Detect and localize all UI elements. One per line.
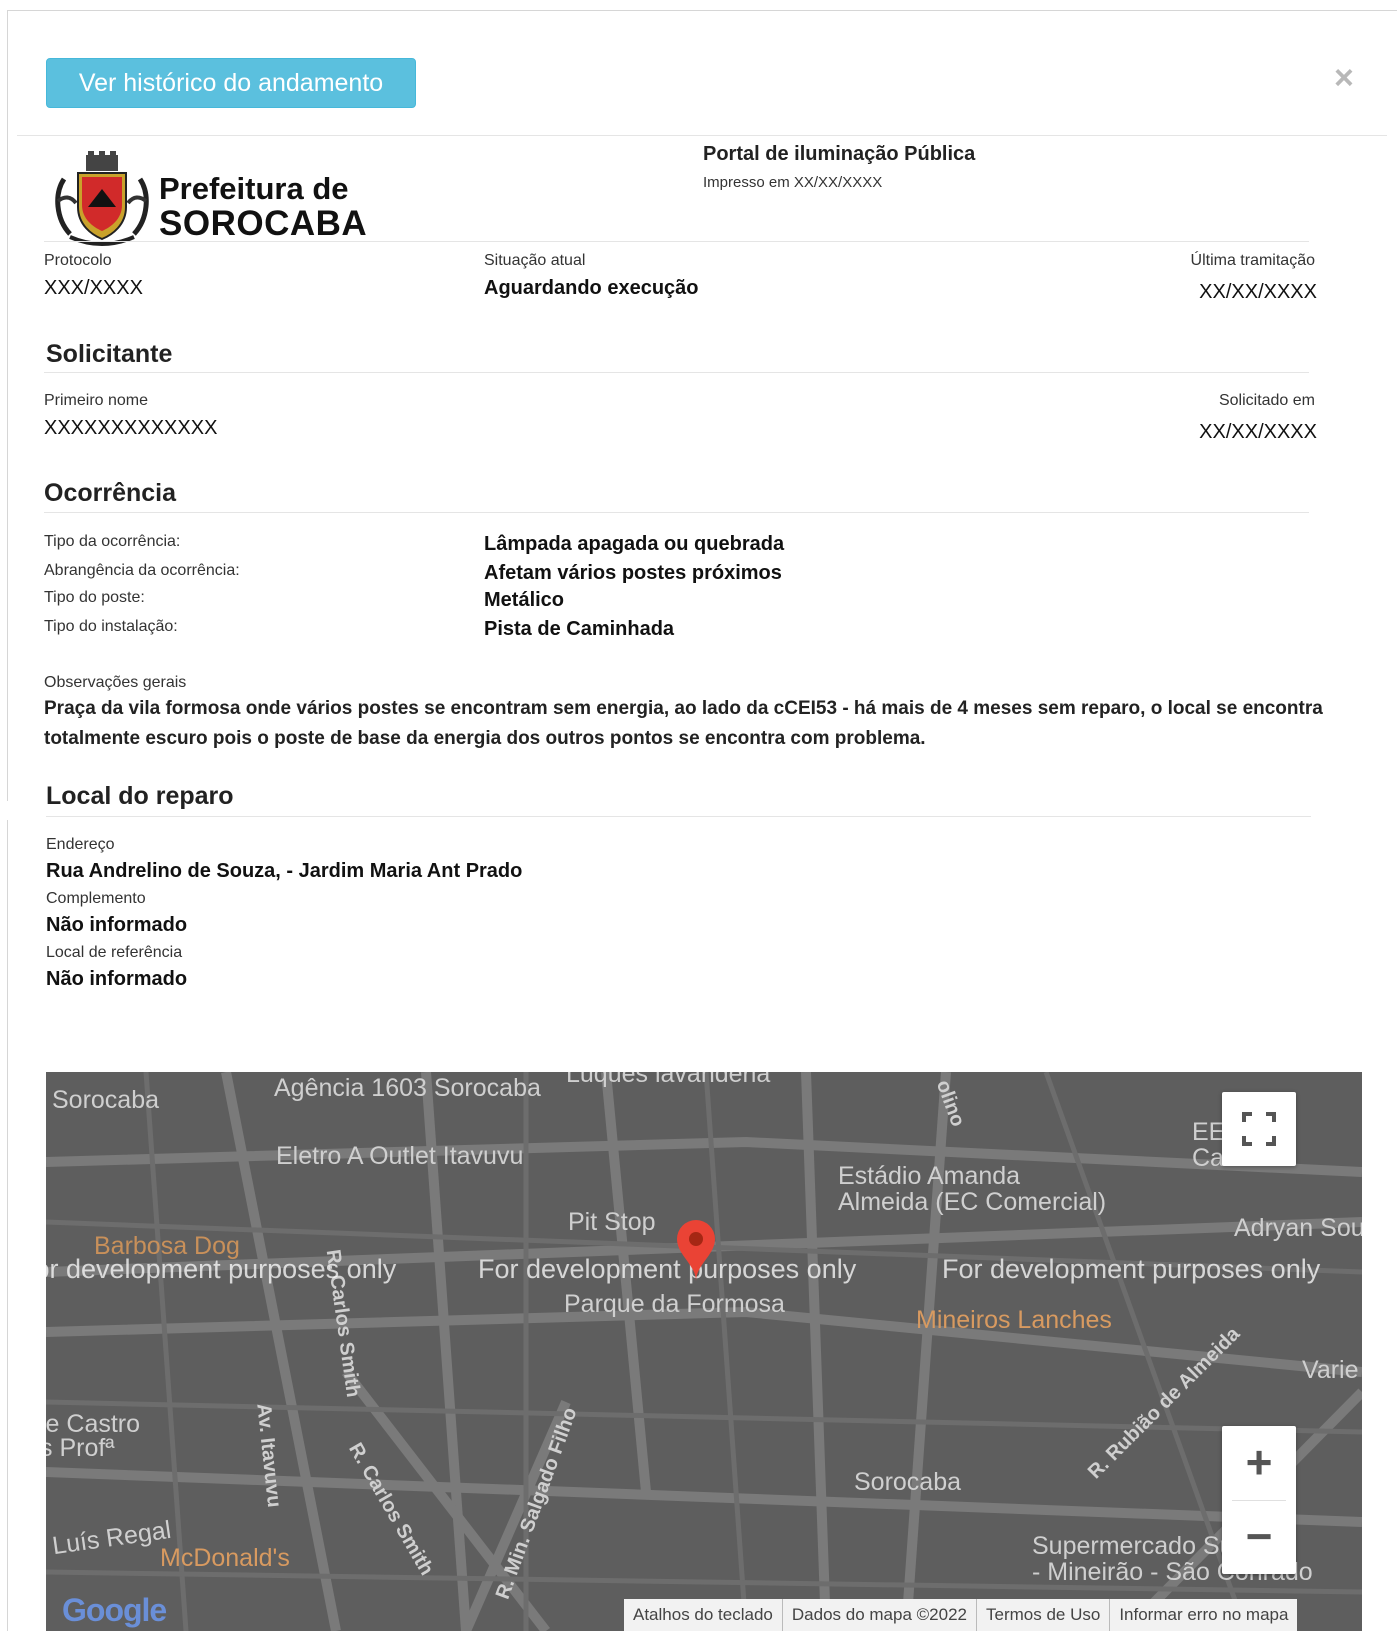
divider bbox=[46, 816, 1311, 817]
map-label-varie: Varie bbox=[1302, 1356, 1359, 1384]
zoom-in-button[interactable]: + bbox=[1222, 1426, 1296, 1500]
map-label-estadio-1: Estádio Amanda bbox=[838, 1162, 1021, 1190]
coat-of-arms-icon bbox=[55, 151, 149, 246]
complement-label: Complemento bbox=[46, 890, 146, 907]
sorocaba-logo: Prefeitura de SOROCABA bbox=[50, 149, 380, 249]
last-step-label: Última tramitação bbox=[1190, 252, 1315, 269]
reference-label: Local de referência bbox=[46, 944, 183, 961]
requester-heading: Solicitante bbox=[46, 340, 173, 368]
map-view[interactable]: Sorocaba Agência 1603 Sorocaba Luques la… bbox=[46, 1072, 1362, 1631]
dev-watermark-1: For development purposes only bbox=[46, 1254, 397, 1284]
first-name-label: Primeiro nome bbox=[44, 392, 149, 409]
occurrence-heading: Ocorrência bbox=[44, 479, 177, 507]
printed-date: Impresso em XX/XX/XXXX bbox=[703, 174, 883, 191]
map-data-text: Dados do mapa ©2022 bbox=[781, 1599, 976, 1631]
map-label-estadio-2: Almeida (EC Comercial) bbox=[838, 1188, 1107, 1216]
keyboard-shortcuts-link[interactable]: Atalhos do teclado bbox=[624, 1599, 782, 1631]
map-label-sorocaba-top: Sorocaba bbox=[52, 1086, 160, 1114]
pole-type-value: Metálico bbox=[484, 589, 565, 611]
observations-value: Praça da vila formosa onde vários postes… bbox=[44, 698, 1323, 749]
history-button[interactable]: Ver histórico do andamento bbox=[46, 58, 416, 108]
occurrence-scope-value: Afetam vários postes próximos bbox=[484, 562, 782, 584]
brand-line2: SOROCABA bbox=[159, 204, 368, 243]
map-label-mineiros: Mineiros Lanches bbox=[916, 1306, 1112, 1334]
map-label-parque: Parque da Formosa bbox=[564, 1290, 785, 1318]
fullscreen-button[interactable] bbox=[1222, 1092, 1296, 1166]
protocol-value: XXX/XXXX bbox=[44, 277, 143, 299]
installation-type-value: Pista de Caminhada bbox=[484, 618, 675, 640]
complement-value: Não informado bbox=[46, 914, 188, 936]
observations-label: Observações gerais bbox=[44, 674, 187, 691]
map-label-mcdonalds: McDonald's bbox=[160, 1544, 290, 1572]
situation-value: Aguardando execução bbox=[484, 277, 699, 299]
map-label-pitstop: Pit Stop bbox=[568, 1208, 656, 1236]
report-error-link[interactable]: Informar erro no mapa bbox=[1109, 1599, 1297, 1631]
zoom-control: + − bbox=[1222, 1426, 1296, 1574]
address-label: Endereço bbox=[46, 836, 115, 853]
dev-watermark-2: For development purposes only bbox=[478, 1254, 857, 1284]
divider bbox=[44, 372, 1309, 373]
occurrence-type-value: Lâmpada apagada ou quebrada bbox=[484, 533, 785, 555]
modal-dialog: Ver histórico do andamento × Prefeitura … bbox=[7, 10, 1397, 801]
map-label-luques: Luques lavanderia bbox=[566, 1072, 771, 1088]
brand-line1: Prefeitura de bbox=[159, 171, 349, 206]
fullscreen-icon bbox=[1242, 1112, 1276, 1146]
occurrence-scope-label: Abrangência da ocorrência: bbox=[44, 562, 240, 579]
dev-watermark-3: For development purposes only bbox=[942, 1254, 1321, 1284]
address-value: Rua Andrelino de Souza, - Jardim Maria A… bbox=[46, 860, 523, 882]
occurrence-type-label: Tipo da ocorrência: bbox=[44, 533, 181, 550]
map-label-decastro-2: s Profª bbox=[46, 1434, 115, 1462]
map-label-adryan: Adryan Sou bbox=[1234, 1214, 1362, 1242]
map-label-sorocaba-bottom: Sorocaba bbox=[854, 1468, 962, 1496]
terms-link[interactable]: Termos de Uso bbox=[975, 1599, 1109, 1631]
first-name-value: XXXXXXXXXXXXX bbox=[44, 417, 218, 439]
requested-value: XX/XX/XXXX bbox=[1199, 421, 1317, 443]
divider bbox=[44, 512, 1309, 513]
situation-label: Situação atual bbox=[484, 252, 586, 269]
map-label-agencia: Agência 1603 Sorocaba bbox=[274, 1074, 541, 1102]
google-logo: Google bbox=[62, 1592, 167, 1628]
protocol-label: Protocolo bbox=[44, 252, 112, 269]
installation-type-label: Tipo do instalação: bbox=[44, 618, 178, 635]
requested-label: Solicitado em bbox=[1218, 392, 1315, 409]
map-attribution-bar: Atalhos do teclado Dados do mapa ©2022 T… bbox=[624, 1599, 1298, 1631]
map-label-eletro: Eletro A Outlet Itavuvu bbox=[276, 1142, 524, 1170]
close-icon[interactable]: × bbox=[1334, 59, 1354, 98]
location-marker-icon[interactable] bbox=[676, 1220, 716, 1282]
pole-type-label: Tipo do poste: bbox=[44, 589, 145, 606]
zoom-out-button[interactable]: − bbox=[1222, 1501, 1296, 1574]
location-heading: Local do reparo bbox=[46, 782, 234, 810]
last-step-value: XX/XX/XXXX bbox=[1199, 281, 1317, 303]
portal-title: Portal de iluminação Pública bbox=[703, 143, 976, 165]
reference-value: Não informado bbox=[46, 968, 188, 990]
divider bbox=[17, 135, 1387, 136]
divider bbox=[44, 241, 1309, 242]
